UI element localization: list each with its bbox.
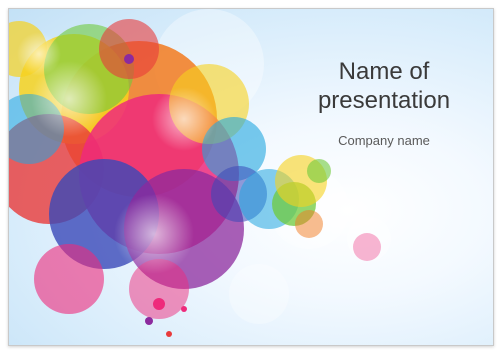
slide-subtitle[interactable]: Company name	[299, 133, 469, 149]
slide-title[interactable]: Name of presentation	[299, 57, 469, 115]
slide-thumbnail[interactable]: Name of presentation Company name	[8, 8, 494, 346]
